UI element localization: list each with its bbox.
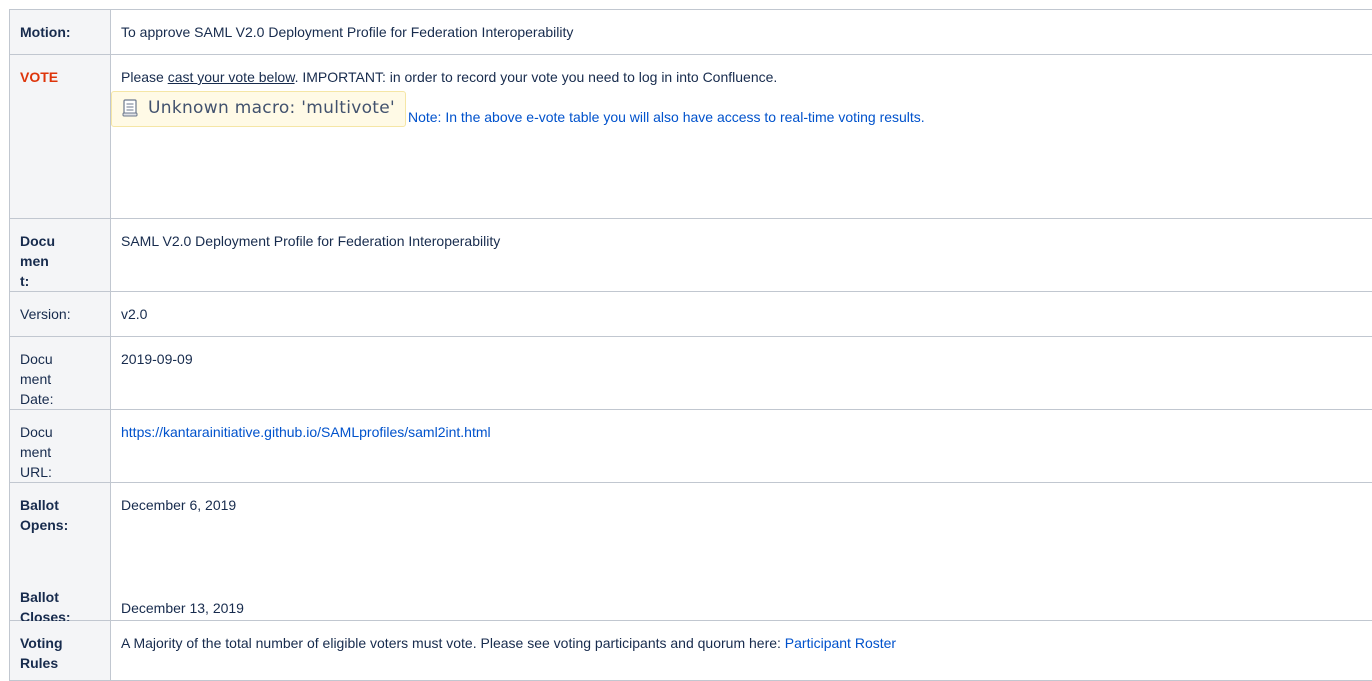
unknown-macro-box: Unknown macro: 'multivote' (111, 91, 406, 127)
document-url-label-cell: Document URL: (10, 410, 111, 483)
document-url-label: Document URL: (10, 410, 66, 482)
document-url-link[interactable]: https://kantarainitiative.github.io/SAML… (121, 424, 491, 440)
motion-label: Motion: (10, 10, 110, 42)
motion-row: Motion: To approve SAML V2.0 Deployment … (10, 10, 1372, 55)
document-date-row: Document Date: 2019-09-09 (10, 337, 1372, 410)
version-value: v2.0 (111, 292, 1372, 324)
motion-label-cell: Motion: (10, 10, 111, 55)
version-label: Version: (10, 292, 110, 324)
ballot-row: Ballot Opens: Ballot Closes: December 6,… (10, 483, 1372, 621)
voting-rules-text-line: A Majority of the total number of eligib… (111, 621, 1372, 653)
ballot-value-cell: December 6, 2019 December 13, 2019 (111, 483, 1372, 621)
macro-line: Unknown macro: 'multivote' Note: In the … (111, 87, 1372, 127)
vote-text-after: . IMPORTANT: in order to record your vot… (295, 69, 778, 85)
macro-scroll-icon (122, 99, 138, 117)
document-date-value-cell: 2019-09-09 (111, 337, 1372, 410)
document-label: Document: (10, 219, 66, 291)
version-value-cell: v2.0 (111, 292, 1372, 337)
vote-label-cell: VOTE (10, 55, 111, 219)
document-url-row: Document URL: https://kantarainitiative.… (10, 410, 1372, 483)
ballot-table: Motion: To approve SAML V2.0 Deployment … (9, 9, 1372, 681)
motion-value: To approve SAML V2.0 Deployment Profile … (111, 10, 1372, 42)
version-label-cell: Version: (10, 292, 111, 337)
vote-instructions: Please cast your vote below. IMPORTANT: … (111, 55, 1372, 87)
document-date-label-cell: Document Date: (10, 337, 111, 410)
voting-rules-row: Voting Rules A Majority of the total num… (10, 621, 1372, 681)
document-date-value: 2019-09-09 (111, 337, 1372, 369)
ballot-opens-value: December 6, 2019 (111, 483, 1372, 515)
macro-text: Unknown macro: 'multivote' (148, 98, 395, 118)
vote-note: Note: In the above e-vote table you will… (408, 107, 925, 127)
ballot-label-cell: Ballot Opens: Ballot Closes: (10, 483, 111, 621)
document-value: SAML V2.0 Deployment Profile for Federat… (111, 219, 1372, 251)
document-url-value-cell: https://kantarainitiative.github.io/SAML… (111, 410, 1372, 483)
ballot-closes-value: December 13, 2019 (121, 598, 244, 618)
document-label-cell: Document: (10, 219, 111, 292)
voting-rules-value-cell: A Majority of the total number of eligib… (111, 621, 1372, 681)
vote-value-cell: Please cast your vote below. IMPORTANT: … (111, 55, 1372, 219)
vote-text-before: Please (121, 69, 168, 85)
motion-value-cell: To approve SAML V2.0 Deployment Profile … (111, 10, 1372, 55)
document-date-label: Document Date: (10, 337, 66, 409)
vote-row: VOTE Please cast your vote below. IMPORT… (10, 55, 1372, 219)
cast-vote-link[interactable]: cast your vote below (168, 69, 295, 85)
voting-rules-label-cell: Voting Rules (10, 621, 111, 681)
document-row: Document: SAML V2.0 Deployment Profile f… (10, 219, 1372, 292)
voting-rules-text: A Majority of the total number of eligib… (121, 635, 785, 651)
document-value-cell: SAML V2.0 Deployment Profile for Federat… (111, 219, 1372, 292)
vote-label: VOTE (10, 55, 110, 87)
version-row: Version: v2.0 (10, 292, 1372, 337)
voting-rules-label: Voting Rules (10, 621, 80, 673)
participant-roster-link[interactable]: Participant Roster (785, 635, 896, 651)
ballot-opens-label: Ballot Opens: (10, 483, 80, 535)
